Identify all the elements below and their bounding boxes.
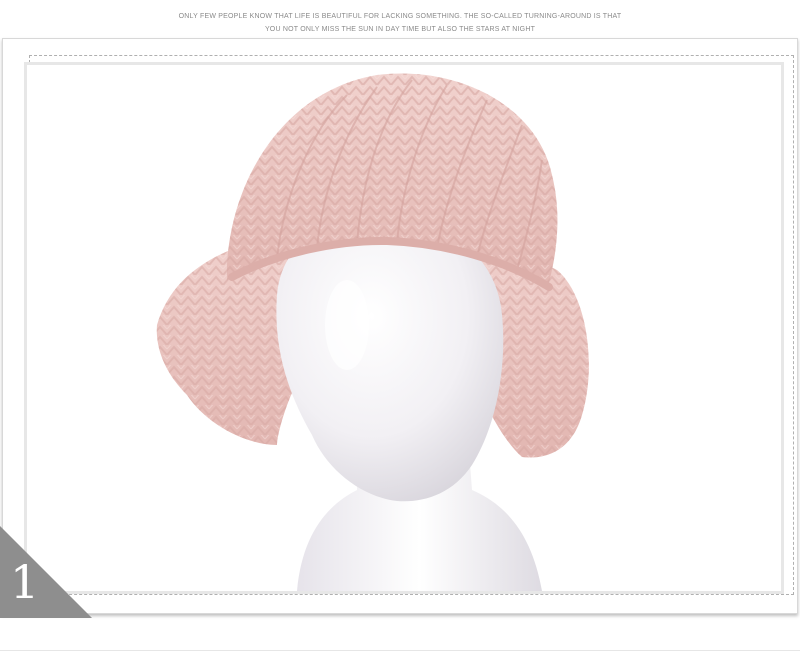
tagline: ONLY FEW PEOPLE KNOW THAT LIFE IS BEAUTI… xyxy=(0,10,800,36)
tagline-line-1: ONLY FEW PEOPLE KNOW THAT LIFE IS BEAUTI… xyxy=(178,13,622,20)
mannequin-head xyxy=(276,216,504,502)
product-photo xyxy=(24,62,784,594)
section-number: 1 xyxy=(10,555,40,609)
bottom-divider xyxy=(0,650,800,651)
product-detail-page: ONLY FEW PEOPLE KNOW THAT LIFE IS BEAUTI… xyxy=(0,0,800,656)
tagline-line-2: YOU NOT ONLY MISS THE SUN IN DAY TIME BU… xyxy=(264,26,536,33)
hat-on-mannequin-illustration xyxy=(156,73,589,591)
